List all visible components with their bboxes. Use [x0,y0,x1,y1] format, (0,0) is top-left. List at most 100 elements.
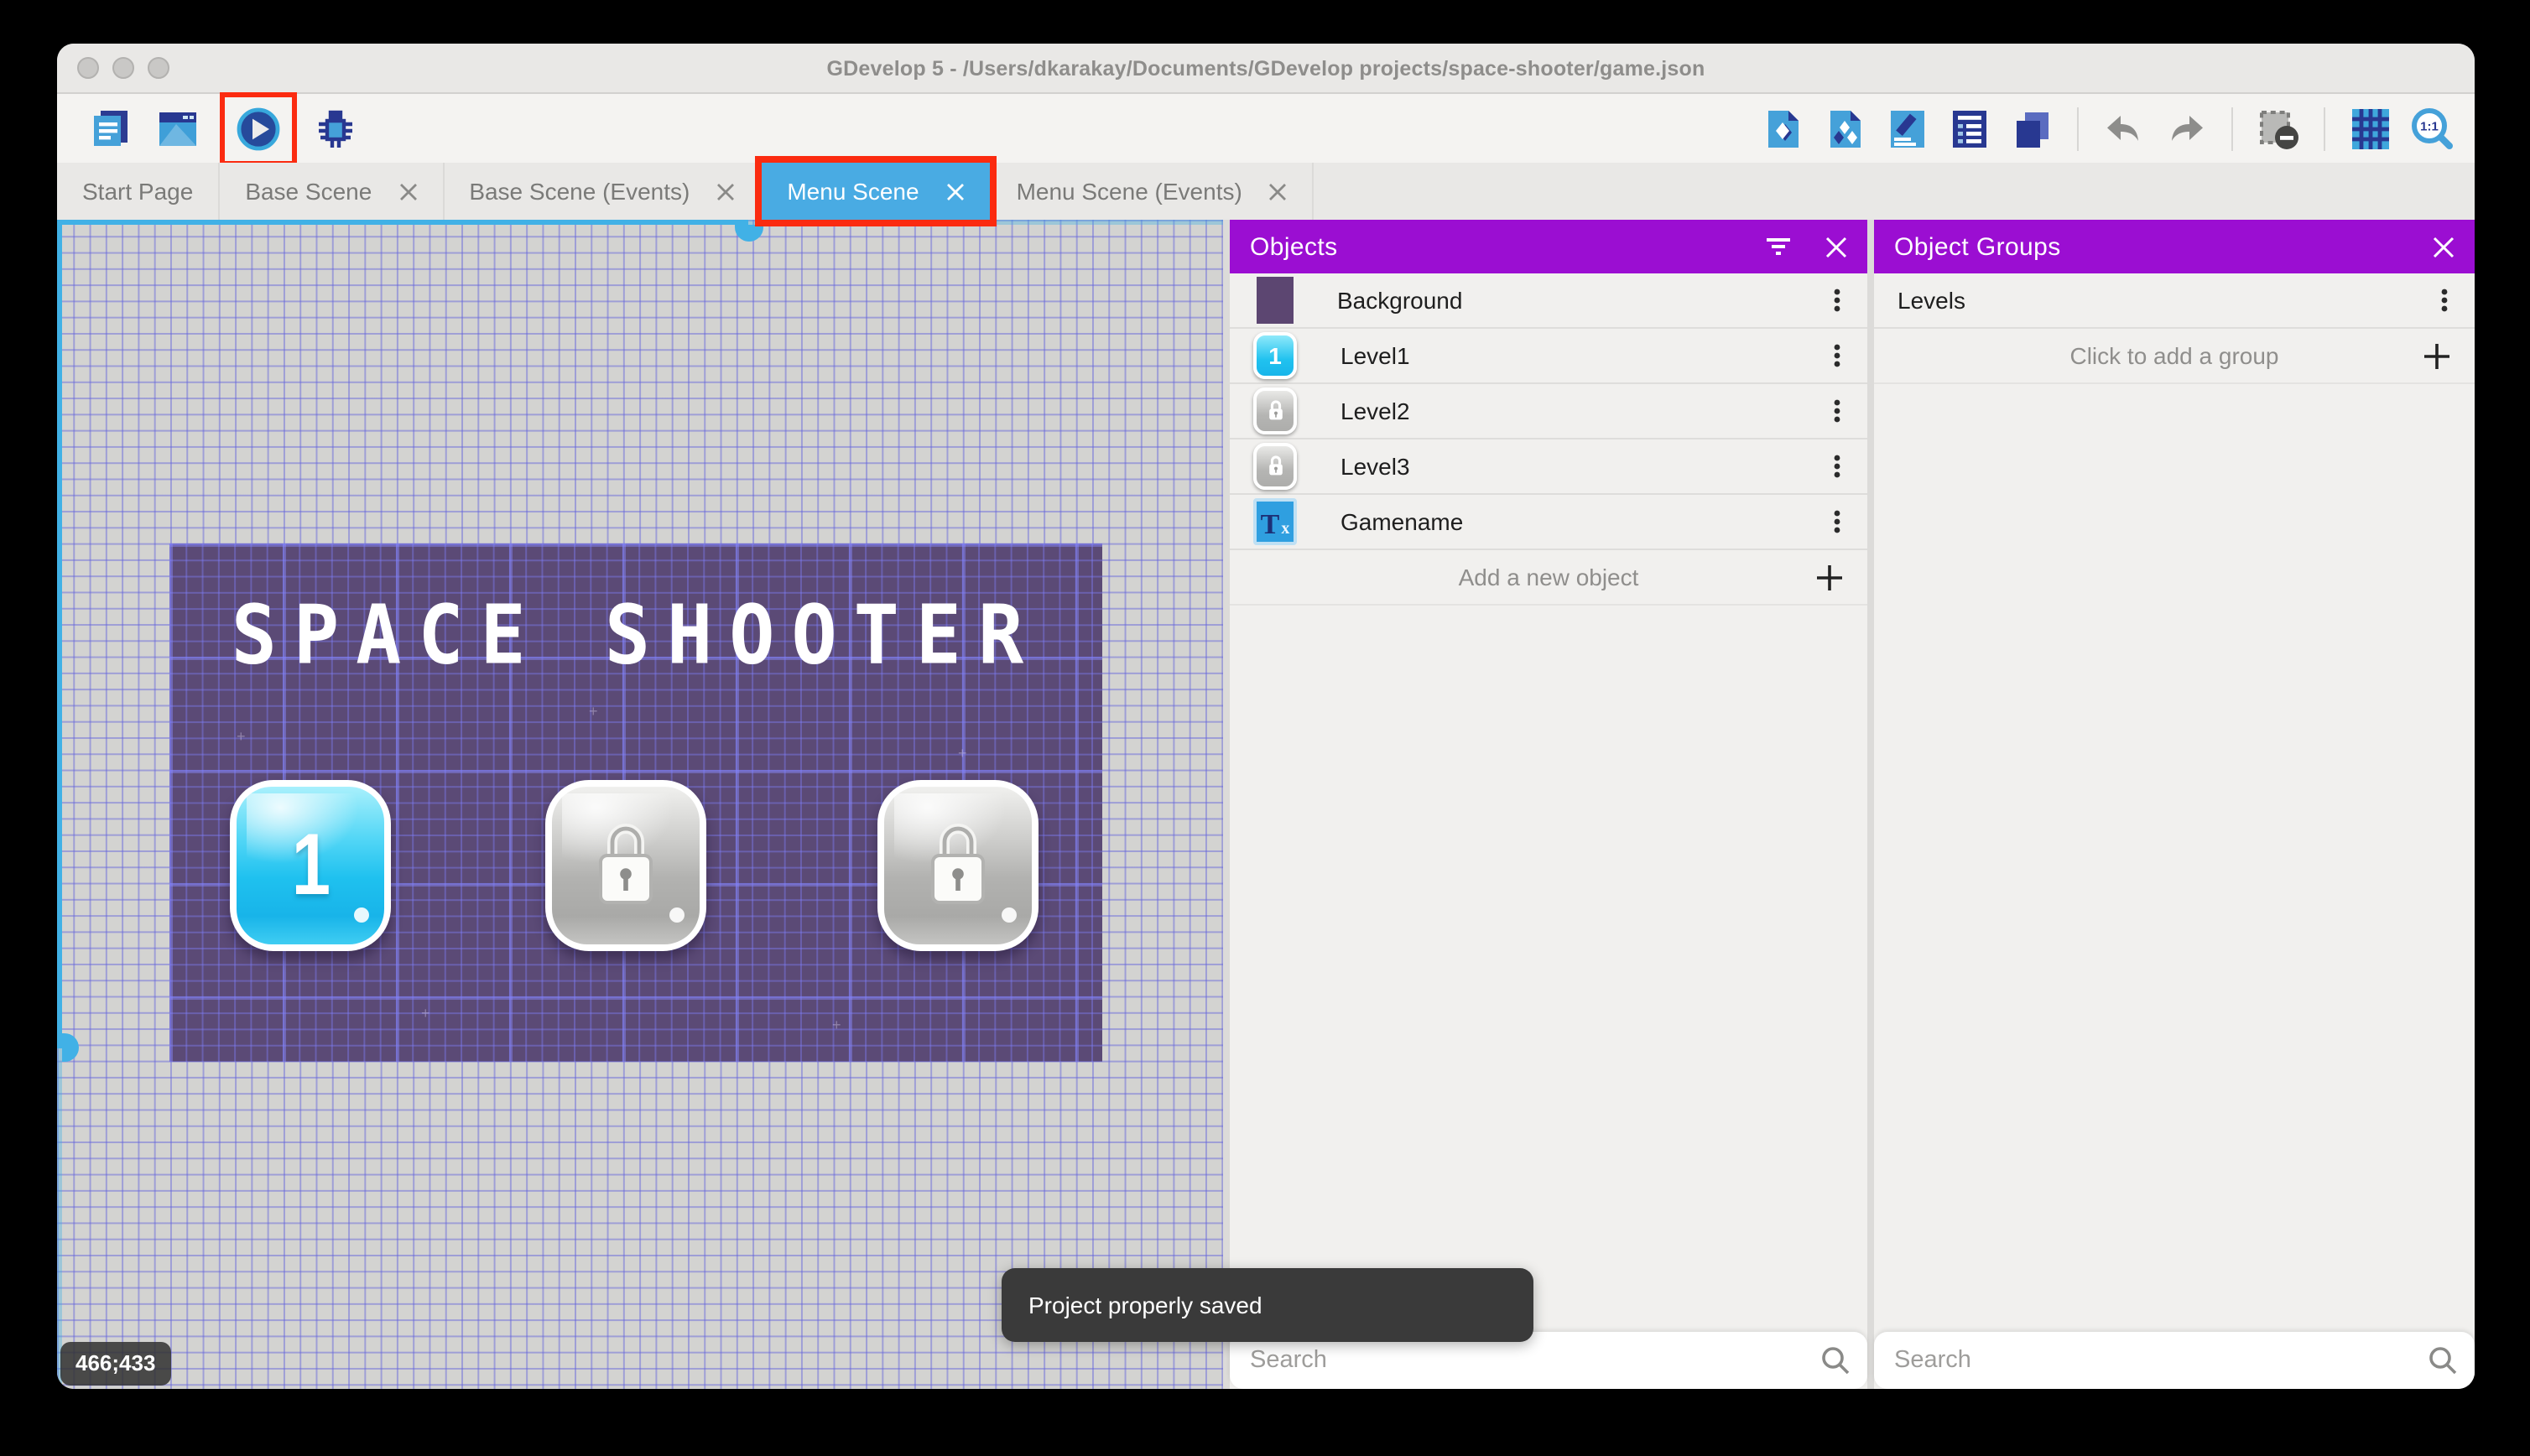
groups-search-input[interactable] [1874,1347,2475,1374]
gamename-text-object[interactable]: SPACE SHOOTER [198,587,1074,683]
level1-thumbnail-icon: 1 [1253,332,1297,379]
tab-label: Menu Scene [787,178,919,205]
scene-top-border-faint [748,220,1223,225]
text-object-thumbnail-icon: Tx [1253,498,1297,545]
play-button-highlight [237,107,280,150]
background-object-instance[interactable]: + + + + + SPACE SHOOTER 1 [169,543,1102,1062]
debug-icon[interactable] [314,107,357,150]
object-menu-kebab-icon[interactable] [1824,287,1851,314]
tab-label: Base Scene [245,178,372,205]
level3-button-object[interactable] [877,780,1039,951]
scene-left-border [57,220,62,1048]
objects-panel-empty-area [1230,606,1867,1332]
main-toolbar: 1:1 [57,94,2475,163]
plus-icon [2423,342,2451,371]
close-panel-icon[interactable] [1825,236,1847,257]
editor-tab-bar: Start Page Base Scene Base Scene (Events… [57,163,2475,220]
object-menu-kebab-icon[interactable] [1824,342,1851,369]
add-new-object-button[interactable]: Add a new object [1230,550,1867,606]
tab-menu-scene-events[interactable]: Menu Scene (Events) [992,163,1314,220]
search-icon [2428,1345,2458,1375]
level2-button-object[interactable] [545,780,706,951]
object-row-level2[interactable]: Level2 [1230,384,1867,439]
panel-separator[interactable] [1223,220,1230,1389]
plus-icon [1815,564,1844,592]
tab-start-page[interactable]: Start Page [57,163,220,220]
star-decoration: + [237,728,246,745]
objects-panel-title: Objects [1250,232,1338,261]
search-icon [1820,1345,1851,1375]
star-decoration: + [958,745,967,762]
objects-search-input[interactable] [1230,1347,1867,1374]
svg-text:1:1: 1:1 [2420,119,2439,133]
scene-left-handle[interactable] [62,1033,79,1062]
star-decoration: + [589,703,598,720]
object-groups-editor-icon[interactable] [1824,107,1867,150]
object-menu-kebab-icon[interactable] [1824,398,1851,424]
objects-panel: Objects Background 1 Level1 [1230,220,1867,1389]
lock-icon [586,817,666,914]
object-row-gamename[interactable]: Tx Gamename [1230,495,1867,550]
tab-base-scene-events[interactable]: Base Scene (Events) [444,163,762,220]
gdevelop-window: GDevelop 5 - /Users/dkarakay/Documents/G… [57,44,2475,1389]
objects-editor-icon[interactable] [1762,107,1805,150]
toolbar-separator [2231,107,2233,150]
close-tab-icon[interactable] [398,182,417,200]
toolbar-separator [2324,107,2325,150]
panel-separator[interactable] [1867,220,1874,1389]
groups-search-bar [1874,1332,2475,1389]
object-row-background[interactable]: Background [1230,273,1867,329]
tab-menu-scene[interactable]: Menu Scene [762,163,991,220]
tab-base-scene[interactable]: Base Scene [220,163,444,220]
lock-icon [918,817,998,914]
new-window-icon[interactable] [156,107,200,150]
window-content: + + + + + SPACE SHOOTER 1 [57,220,2475,1389]
tab-label: Menu Scene (Events) [1017,178,1242,205]
add-group-button[interactable]: Click to add a group [1874,329,2475,384]
scene-left-border-faint [57,1048,62,1389]
window-title: GDevelop 5 - /Users/dkarakay/Documents/G… [57,44,2475,94]
object-row-level3[interactable]: Level3 [1230,439,1867,495]
close-tab-icon[interactable] [946,182,965,200]
zoom-original-icon[interactable]: 1:1 [2411,107,2455,150]
group-row-levels[interactable]: Levels [1874,273,2475,329]
object-menu-kebab-icon[interactable] [1824,453,1851,480]
level1-button-object[interactable]: 1 [230,780,391,951]
toggle-mask-icon[interactable] [2257,107,2300,150]
play-icon[interactable] [237,107,280,150]
screenshot-stage: GDevelop 5 - /Users/dkarakay/Documents/G… [0,0,2530,1456]
objects-panel-header: Objects [1230,220,1867,273]
title-bar: GDevelop 5 - /Users/dkarakay/Documents/G… [57,44,2475,94]
level1-number: 1 [291,815,330,916]
instances-properties-icon[interactable] [1948,107,1991,150]
tab-label: Start Page [82,178,193,205]
toolbar-right-group: 1:1 [1762,107,2458,150]
star-decoration: + [832,1017,841,1033]
group-menu-kebab-icon[interactable] [2431,287,2458,314]
undo-icon[interactable] [2102,107,2146,150]
toggle-grid-icon[interactable] [2349,107,2392,150]
groups-panel-empty-area [1874,384,2475,1332]
object-row-level1[interactable]: 1 Level1 [1230,329,1867,384]
scene-top-handle[interactable] [735,225,763,242]
cursor-coordinates-badge: 466;433 [60,1342,170,1386]
project-manager-icon[interactable] [89,107,133,150]
tab-label: Base Scene (Events) [469,178,690,205]
toolbar-separator [2077,107,2079,150]
background-thumbnail-icon [1257,277,1294,324]
edit-scene-properties-icon[interactable] [1886,107,1929,150]
filter-icon[interactable] [1765,237,1792,257]
save-toast: Project properly saved [1002,1268,1533,1342]
close-tab-icon[interactable] [1269,182,1288,200]
toast-message: Project properly saved [1028,1292,1262,1318]
close-panel-icon[interactable] [2433,236,2455,257]
instances-list-icon[interactable] [2010,107,2054,150]
redo-icon[interactable] [2164,107,2208,150]
scene-editor-canvas[interactable]: + + + + + SPACE SHOOTER 1 [57,220,1223,1389]
object-groups-panel: Object Groups Levels Click to add a grou… [1874,220,2475,1389]
object-menu-kebab-icon[interactable] [1824,508,1851,535]
level3-lock-thumbnail-icon [1253,443,1297,490]
object-groups-panel-header: Object Groups [1874,220,2475,273]
close-tab-icon[interactable] [716,182,735,200]
scene-top-border [57,220,748,225]
